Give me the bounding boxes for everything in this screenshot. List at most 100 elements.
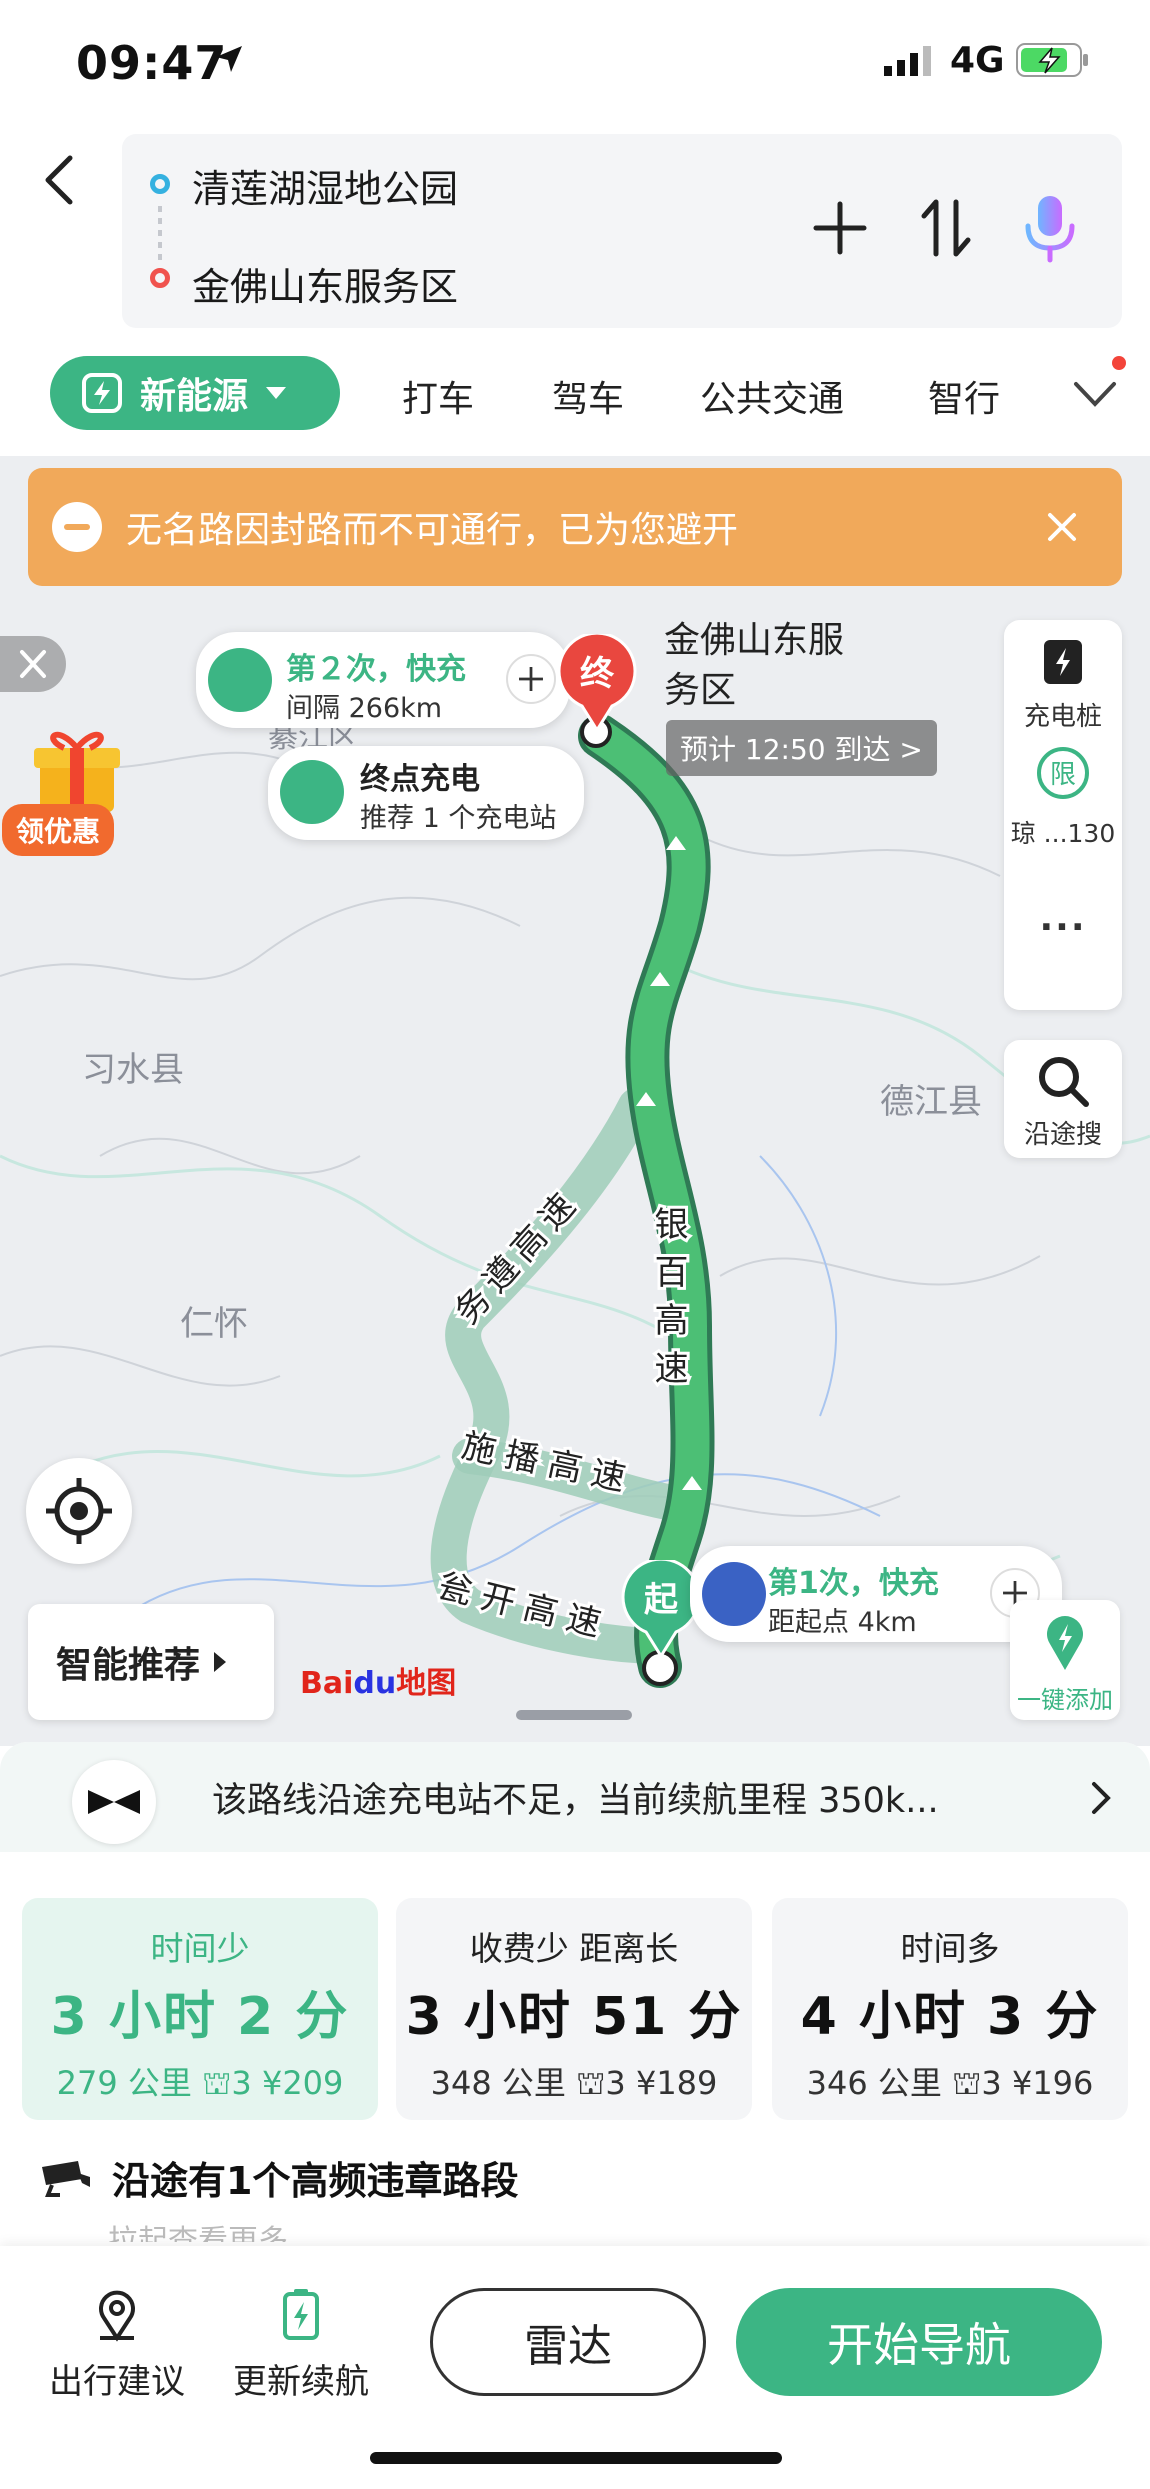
end-charge-bubble[interactable]: 终点充电 推荐 1 个充电站	[268, 746, 584, 840]
route-tag: 收费少 距离长	[469, 1929, 679, 1968]
end-pin[interactable]: 终	[556, 631, 638, 733]
charging-pile-icon[interactable]	[1040, 636, 1086, 688]
start-place-input[interactable]: 清莲湖湿地公园	[192, 158, 458, 213]
route-dash-line	[158, 206, 162, 260]
one-tap-add-button[interactable]: 一键添加	[1010, 1600, 1120, 1720]
route-tag: 时间多	[900, 1929, 1000, 1968]
travel-advice-label: 出行建议	[49, 2362, 185, 2402]
violation-text: 沿途有1个高频违章路段	[112, 2158, 519, 2203]
tab-transit[interactable]: 公共交通	[700, 370, 844, 422]
update-range-label: 更新续航	[233, 2362, 369, 2402]
status-bar: 09:47 4G	[0, 0, 1150, 120]
caret-right-icon	[214, 1652, 227, 1672]
navigation-arrow-icon	[702, 1562, 766, 1626]
route-duration: 3 小时 2 分	[50, 1987, 350, 2047]
search-along-button[interactable]: 沿途搜	[1004, 1040, 1122, 1158]
start-navigation-label: 开始导航	[827, 2318, 1011, 2372]
back-button[interactable]	[38, 150, 82, 210]
charge-stop-1[interactable]: 第1次，快充 距起点 4km	[690, 1546, 1062, 1642]
end-charge-sub: 推荐 1 个充电站	[360, 803, 557, 834]
more-modes-chevron-icon[interactable]	[1070, 374, 1120, 414]
radar-label: 雷达	[524, 2321, 612, 2372]
end-pin-label: 终	[580, 654, 614, 694]
end-charge-title: 终点充电	[360, 762, 480, 797]
charge-stop-2[interactable]: 第２次，快充 间隔 266km	[196, 632, 570, 728]
tab-smart[interactable]: 智行	[928, 370, 1000, 422]
route-sheet: 该路线沿途充电站不足，当前续航里程 350k... 时间少 3 小时 2 分 2…	[0, 1742, 1150, 2489]
more-options-button[interactable]: ...	[1004, 898, 1122, 939]
xpeng-logo-icon	[88, 1790, 140, 1814]
svg-text:限: 限	[1050, 759, 1076, 789]
route-options: 时间少 3 小时 2 分 279 公里 ⛫3 ¥209 收费少 距离长 3 小时…	[22, 1898, 1128, 2120]
tab-new-energy[interactable]: 新能源	[50, 356, 340, 430]
add-waypoint-button[interactable]	[812, 200, 868, 256]
start-navigation-button[interactable]: 开始导航	[736, 2288, 1102, 2396]
range-notice-text: 该路线沿途充电站不足，当前续航里程 350k...	[212, 1781, 939, 1821]
end-place-input[interactable]: 金佛山东服务区	[192, 256, 458, 311]
map-view[interactable]: 无名路因封路而不可通行，已为您避开 领优惠 习水县 仁怀 德江县 綦江区 银百高…	[0, 456, 1150, 1746]
ev-charge-icon	[82, 373, 122, 413]
notification-dot	[1112, 356, 1126, 370]
smart-recommend-label: 智能推荐	[56, 1645, 201, 1686]
one-tap-add-label: 一键添加	[1017, 1686, 1113, 1714]
route-option-fastest[interactable]: 时间少 3 小时 2 分 279 公里 ⛫3 ¥209	[22, 1898, 378, 2120]
map-side-panel: 充电桩 限 琼 ...130 ...	[1004, 620, 1122, 1010]
plate-restriction-label[interactable]: 琼 ...130	[1004, 814, 1122, 850]
charge-stop-sub: 间隔 266km	[286, 693, 443, 724]
search-icon	[1039, 1057, 1089, 1107]
road-label-yinbai: 银百高速	[649, 1206, 687, 1398]
sheet-drag-handle[interactable]	[516, 1710, 632, 1720]
signal-icon	[884, 46, 931, 76]
smart-recommend-button[interactable]: 智能推荐	[28, 1604, 274, 1720]
violation-warning[interactable]: 沿途有1个高频违章路段	[38, 2142, 1118, 2212]
tab-drive[interactable]: 驾车	[552, 370, 624, 422]
plus-icon	[519, 667, 543, 691]
restriction-icon[interactable]: 限	[1034, 744, 1092, 802]
battery-charge-icon	[283, 2289, 319, 2340]
end-dot-icon	[150, 268, 170, 288]
route-input-box: 清莲湖湿地公园 金佛山东服务区	[122, 134, 1122, 328]
voice-mic-button[interactable]	[1020, 192, 1080, 264]
route-option-slow[interactable]: 时间多 4 小时 3 分 346 公里 ⛫3 ¥196	[772, 1898, 1128, 2120]
pull-up-hint: 拉起查看更多	[108, 2224, 288, 2242]
add-stop-button[interactable]	[506, 654, 556, 704]
chevron-right-icon	[1092, 1782, 1111, 1814]
charge-stop-sub: 距起点 4km	[768, 1607, 917, 1638]
charge-stop-title: 第1次，快充	[768, 1566, 939, 1601]
ev-charge-icon	[280, 760, 344, 824]
range-notice[interactable]: 该路线沿途充电站不足，当前续航里程 350k...	[0, 1742, 1150, 1852]
charging-station-icon	[208, 648, 272, 712]
battery-charging-icon	[1016, 43, 1088, 77]
update-range-button[interactable]: 更新续航	[226, 2288, 376, 2403]
crosshair-icon	[46, 1478, 112, 1544]
search-along-label: 沿途搜	[1023, 1120, 1102, 1150]
traffic-camera-icon	[42, 2161, 90, 2197]
route-option-cheap[interactable]: 收费少 距离长 3 小时 51 分 348 公里 ⛫3 ¥189	[396, 1898, 752, 2120]
eta-label[interactable]: 预计 12:50 到达 >	[666, 720, 937, 776]
network-type: 4G	[950, 40, 1005, 81]
chevron-down-icon	[266, 387, 287, 399]
home-indicator	[370, 2452, 782, 2464]
charging-pile-label[interactable]: 充电桩	[1004, 696, 1122, 733]
travel-advice-button[interactable]: 出行建议	[42, 2288, 192, 2403]
route-duration: 3 小时 51 分	[405, 1987, 743, 2047]
location-pin-icon	[99, 2290, 135, 2342]
route-tag: 时间少	[150, 1929, 250, 1968]
tab-new-energy-label: 新能源	[140, 376, 249, 417]
charge-stop-title: 第２次，快充	[286, 652, 466, 687]
start-dot-icon	[150, 174, 170, 194]
destination-name: 金佛山东服务区	[664, 620, 845, 711]
travel-mode-tabs: 新能源 打车 驾车 公共交通 智行	[0, 346, 1150, 446]
route-meta: 279 公里 ⛫3 ¥209	[56, 2064, 344, 2102]
road-label-wuzun: 务遵高速	[448, 1181, 589, 1331]
locate-button[interactable]	[26, 1458, 132, 1564]
radar-button[interactable]: 雷达	[430, 2288, 706, 2396]
baidu-map-logo: Baidu地图	[300, 1666, 457, 1701]
tab-taxi[interactable]: 打车	[402, 370, 474, 422]
swap-route-button[interactable]	[918, 196, 974, 260]
ev-brand-logo	[72, 1760, 156, 1844]
clock: 09:47	[76, 36, 228, 90]
route-duration: 4 小时 3 分	[800, 1987, 1100, 2047]
road-label-wengkai: 瓮开高速	[434, 1567, 614, 1646]
map-pin-icon	[1047, 1616, 1083, 1670]
